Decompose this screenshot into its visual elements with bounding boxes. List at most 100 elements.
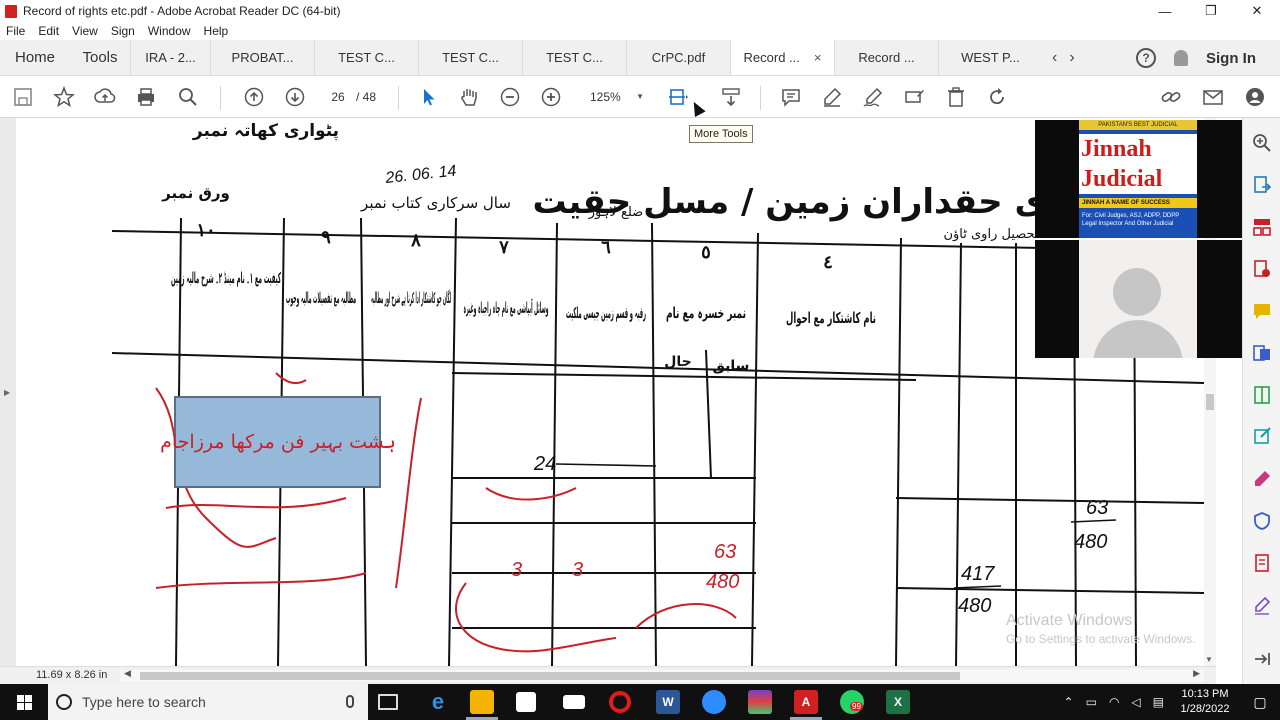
volume-icon[interactable]: ◁ — [1131, 695, 1140, 709]
start-button[interactable] — [0, 684, 48, 720]
share-user-icon[interactable] — [1244, 86, 1266, 108]
rotate-icon[interactable] — [986, 86, 1008, 108]
upload-icon[interactable] — [94, 86, 116, 108]
comment-tool-icon[interactable] — [1251, 300, 1273, 322]
tray-chevron-up-icon[interactable]: ⌃ — [1064, 695, 1074, 709]
fit-page-icon[interactable] — [667, 86, 689, 108]
scroll-thumb[interactable] — [140, 672, 960, 680]
word-icon[interactable]: W — [656, 690, 680, 714]
create-pdf-icon[interactable] — [1251, 258, 1273, 280]
zoom-tool-icon[interactable] — [1251, 132, 1273, 154]
organize-pages-icon[interactable] — [1251, 216, 1273, 238]
combine-files-icon[interactable] — [1251, 342, 1273, 364]
zoom-app-icon[interactable] — [702, 690, 726, 714]
next-page-icon[interactable] — [284, 86, 306, 108]
scroll-mode-icon[interactable] — [720, 86, 742, 108]
edge-icon[interactable]: e — [426, 689, 450, 714]
horizontal-scrollbar[interactable]: ◀ ▶ — [120, 668, 1204, 682]
page-number-input[interactable]: 26 — [320, 86, 356, 108]
fill-sign-icon[interactable] — [903, 86, 925, 108]
prepare-form-icon[interactable] — [1251, 552, 1273, 574]
excel-icon[interactable]: X — [886, 690, 910, 714]
taskbar-search[interactable]: Type here to search — [48, 684, 368, 720]
menu-bar: File Edit View Sign Window Help — [0, 22, 1280, 40]
column-number: ٤ — [823, 252, 833, 272]
opera-icon[interactable] — [609, 691, 631, 713]
more-tools-icon[interactable] — [1251, 594, 1273, 616]
comment-icon[interactable] — [780, 86, 802, 108]
scanned-page-graphic: پٹواری کھاتہ نمبر جمعبندی حقداران زمین /… — [111, 121, 1204, 666]
mail-icon[interactable] — [563, 695, 585, 709]
winrar-icon[interactable] — [748, 690, 772, 714]
email-icon[interactable] — [1202, 86, 1224, 108]
menu-file[interactable]: File — [6, 24, 25, 38]
scroll-right-icon[interactable]: ▶ — [1193, 668, 1200, 679]
tab-prev-icon[interactable]: ‹ — [1052, 49, 1057, 67]
tab-document[interactable]: CrPC.pdf — [626, 40, 730, 75]
tab-document[interactable]: TEST C... — [522, 40, 626, 75]
protect-icon[interactable] — [1251, 510, 1273, 532]
previous-page-icon[interactable] — [243, 86, 265, 108]
maximize-button[interactable]: ❐ — [1188, 0, 1234, 22]
menu-sign[interactable]: Sign — [111, 24, 135, 38]
fill-sign-tool-icon[interactable] — [1251, 468, 1273, 490]
close-button[interactable]: ✕ — [1234, 0, 1280, 22]
scroll-down-icon[interactable]: ▼ — [1205, 655, 1213, 664]
tab-document[interactable]: TEST C... — [418, 40, 522, 75]
tab-tools[interactable]: Tools — [70, 40, 130, 75]
zoom-in-icon[interactable] — [540, 86, 562, 108]
find-icon[interactable] — [177, 86, 199, 108]
sign-in-button[interactable]: Sign In — [1206, 50, 1256, 67]
microphone-icon[interactable] — [346, 695, 354, 708]
export-pdf-icon[interactable] — [1251, 174, 1273, 196]
activate-subtitle: Go to Settings to activate Windows. — [1006, 632, 1196, 646]
help-icon[interactable]: ? — [1136, 48, 1156, 68]
menu-view[interactable]: View — [72, 24, 98, 38]
save-icon[interactable] — [12, 86, 34, 108]
tab-next-icon[interactable]: › — [1069, 49, 1074, 67]
edit-pdf-icon[interactable] — [1251, 426, 1273, 448]
notification-icon[interactable]: ▢ — [1240, 694, 1280, 711]
left-pane-toggle[interactable]: ▶ — [0, 118, 14, 666]
acrobat-taskbar-icon[interactable]: A — [794, 690, 818, 714]
tab-home[interactable]: Home — [0, 40, 70, 75]
zoom-out-icon[interactable] — [499, 86, 521, 108]
link-icon[interactable] — [1160, 86, 1182, 108]
pdf-page: پٹواری کھاتہ نمبر جمعبندی حقداران زمین /… — [16, 118, 1204, 666]
minimize-button[interactable]: — — [1142, 0, 1188, 22]
tab-document[interactable]: WEST P... — [938, 40, 1042, 75]
tab-close-icon[interactable]: × — [814, 50, 822, 65]
compress-pdf-icon[interactable] — [1251, 384, 1273, 406]
hand-tool-icon[interactable] — [458, 86, 480, 108]
task-view-icon[interactable] — [378, 694, 398, 710]
zoom-select[interactable]: 125% ▼ — [580, 86, 650, 108]
tab-document[interactable]: IRA - 2... — [130, 40, 210, 75]
network-icon[interactable]: ▭ — [1086, 695, 1097, 709]
file-explorer-icon[interactable] — [470, 690, 494, 714]
menu-edit[interactable]: Edit — [38, 24, 59, 38]
delete-icon[interactable] — [945, 86, 967, 108]
tab-document[interactable]: Record ... — [834, 40, 938, 75]
collapse-pane-icon[interactable] — [1251, 648, 1273, 670]
scroll-left-icon[interactable]: ◀ — [124, 668, 131, 679]
star-icon[interactable] — [53, 86, 75, 108]
clock[interactable]: 10:13 PM 1/28/2022 — [1170, 687, 1240, 717]
wifi-icon[interactable]: ◠ — [1109, 695, 1119, 709]
menu-window[interactable]: Window — [148, 24, 191, 38]
document-viewport[interactable]: ▶ پٹواری کھاتہ نمبر جمعبندی حقداران زمین… — [0, 118, 1216, 666]
sign-icon[interactable] — [862, 86, 884, 108]
print-icon[interactable] — [135, 86, 157, 108]
store-icon[interactable] — [516, 692, 536, 712]
scroll-thumb[interactable] — [1206, 394, 1214, 410]
menu-help[interactable]: Help — [204, 24, 229, 38]
bell-icon[interactable] — [1174, 50, 1188, 66]
keyboard-icon[interactable]: ▤ — [1153, 695, 1164, 709]
tab-document[interactable]: TEST C... — [314, 40, 418, 75]
column-header: لگان جو کاشتکار ادا کرتا ہے شرح اور مطال… — [371, 289, 451, 307]
select-cursor-icon[interactable] — [418, 86, 440, 108]
academy-info: For: Civil Judges, ASJ, ADPP, DDPP — [1082, 213, 1180, 219]
tab-document-active[interactable]: Record ... × — [730, 40, 834, 75]
tab-document[interactable]: PROBAT... — [210, 40, 314, 75]
highlight-icon[interactable] — [821, 86, 843, 108]
value: 480 — [958, 595, 991, 617]
